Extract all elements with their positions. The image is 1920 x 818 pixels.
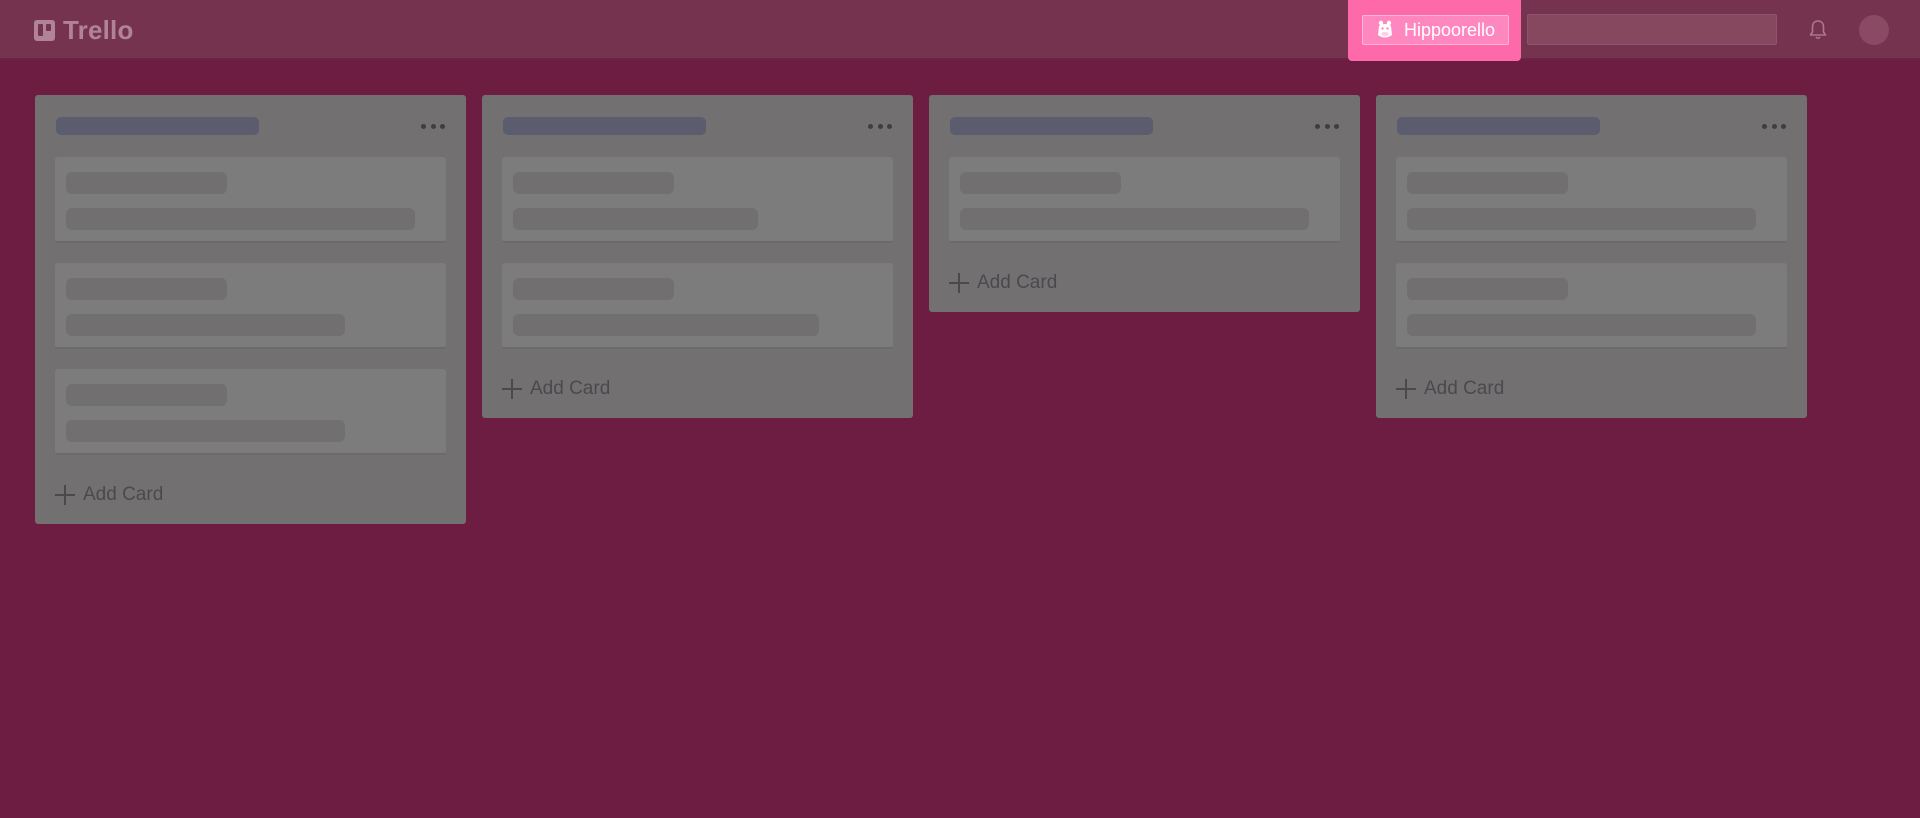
card-title-placeholder xyxy=(513,172,674,194)
add-card-label: Add Card xyxy=(977,272,1058,293)
list-title-placeholder xyxy=(1397,117,1600,135)
card-text-placeholder xyxy=(66,420,345,442)
plus-icon xyxy=(502,379,522,399)
board-list: Add Card xyxy=(929,95,1360,312)
board-list: Add Card xyxy=(482,95,913,418)
card-placeholder[interactable] xyxy=(1396,263,1787,349)
card-placeholder[interactable] xyxy=(55,369,446,455)
add-card-button[interactable]: Add Card xyxy=(55,466,446,524)
card-text-placeholder xyxy=(1407,314,1756,336)
user-avatar[interactable] xyxy=(1859,15,1889,45)
card-text-placeholder xyxy=(1407,208,1756,230)
hippoorello-label: Hippoorello xyxy=(1403,19,1496,40)
logo-text: Trello xyxy=(63,14,134,45)
card-placeholder[interactable] xyxy=(949,157,1340,243)
trello-logo[interactable]: Trello xyxy=(34,14,134,46)
card-text-placeholder xyxy=(513,208,758,230)
card-placeholder[interactable] xyxy=(55,263,446,349)
card-title-placeholder xyxy=(960,172,1121,194)
card-title-placeholder xyxy=(1407,278,1568,300)
card-title-placeholder xyxy=(513,278,674,300)
top-navigation-bar: Trello Hippoorello xyxy=(0,0,1920,61)
add-card-button[interactable]: Add Card xyxy=(1396,360,1787,418)
card-placeholder[interactable] xyxy=(502,263,893,349)
board-list: Add Card xyxy=(1376,95,1807,418)
card-title-placeholder xyxy=(66,384,227,406)
add-card-label: Add Card xyxy=(530,378,611,399)
add-card-label: Add Card xyxy=(83,484,164,505)
card-placeholder[interactable] xyxy=(1396,157,1787,243)
list-title-placeholder xyxy=(503,117,706,135)
card-title-placeholder xyxy=(66,172,227,194)
trello-logo-icon xyxy=(34,19,55,41)
list-title-placeholder xyxy=(950,117,1153,135)
card-title-placeholder xyxy=(1407,172,1568,194)
add-card-button[interactable]: Add Card xyxy=(502,360,893,418)
plus-icon xyxy=(949,273,969,293)
more-horizontal-icon[interactable] xyxy=(868,116,892,136)
more-horizontal-icon[interactable] xyxy=(421,116,445,136)
bell-icon[interactable] xyxy=(1808,19,1828,41)
card-text-placeholder xyxy=(513,314,819,336)
hippoorello-button[interactable]: Hippoorello xyxy=(1362,15,1509,45)
list-header xyxy=(502,95,893,157)
board-list: Add Card xyxy=(35,95,466,524)
plus-icon xyxy=(1396,379,1416,399)
search-input[interactable] xyxy=(1527,14,1777,45)
list-header xyxy=(55,95,446,157)
hippo-icon xyxy=(1377,20,1392,38)
add-card-label: Add Card xyxy=(1424,378,1505,399)
list-header xyxy=(1396,95,1787,157)
list-title-placeholder xyxy=(56,117,259,135)
card-title-placeholder xyxy=(66,278,227,300)
card-placeholder[interactable] xyxy=(502,157,893,243)
list-header xyxy=(949,95,1340,157)
more-horizontal-icon[interactable] xyxy=(1762,116,1786,136)
card-text-placeholder xyxy=(960,208,1309,230)
plus-icon xyxy=(55,485,75,505)
card-text-placeholder xyxy=(66,314,345,336)
more-horizontal-icon[interactable] xyxy=(1315,116,1339,136)
hippo-highlight: Hippoorello xyxy=(1348,0,1521,61)
card-text-placeholder xyxy=(66,208,415,230)
card-placeholder[interactable] xyxy=(55,157,446,243)
add-card-button[interactable]: Add Card xyxy=(949,254,1340,312)
